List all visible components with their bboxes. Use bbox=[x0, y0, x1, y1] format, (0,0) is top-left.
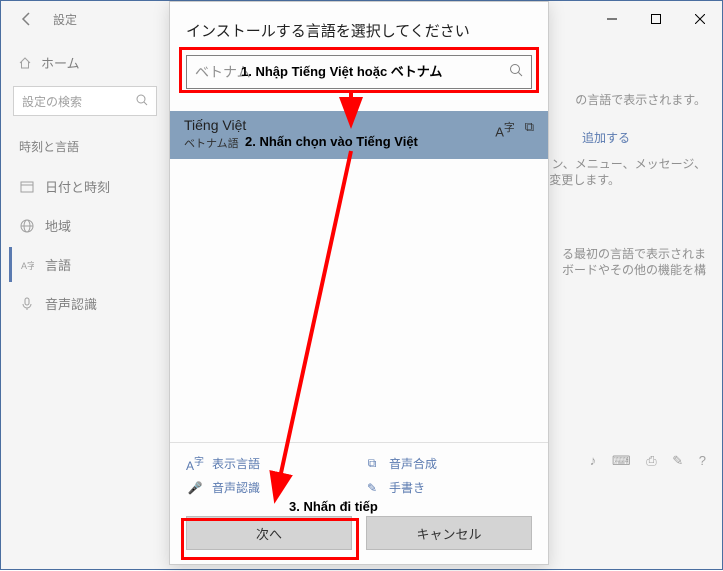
feat-hw: ✎ 手書き bbox=[363, 479, 532, 496]
sidebar-item-language[interactable]: A字 言語 bbox=[9, 247, 161, 282]
feat-tts: ⧉ 音声合成 bbox=[363, 453, 532, 473]
button-label: 次へ bbox=[256, 524, 282, 543]
next-button[interactable]: 次へ bbox=[186, 516, 352, 550]
bg-text: ョン、メニュー、メッセージ、 bbox=[539, 155, 706, 172]
maximize-button[interactable] bbox=[634, 1, 678, 37]
sidebar-section-title: 時刻と言語 bbox=[9, 134, 161, 165]
sidebar-item-speech[interactable]: 音声認識 bbox=[9, 286, 161, 321]
app-title: 設定 bbox=[53, 11, 77, 28]
sidebar-item-label: 日付と時刻 bbox=[45, 177, 110, 196]
bg-text: の言語で表示されます。 bbox=[575, 91, 706, 108]
language-native-name: Tiếng Việt bbox=[184, 117, 534, 133]
sidebar-item-label: 言語 bbox=[45, 255, 71, 274]
cancel-button[interactable]: キャンセル bbox=[366, 516, 532, 550]
bg-text: ボードやその他の機能を構 bbox=[562, 261, 706, 278]
feat-label: 音声認識 bbox=[212, 479, 260, 496]
search-icon bbox=[509, 63, 523, 82]
sidebar-item-region[interactable]: 地域 bbox=[9, 208, 161, 243]
language-icon: A字 bbox=[19, 257, 35, 273]
feat-display: A字表示言語 bbox=[186, 453, 355, 473]
sidebar-item-home[interactable]: ホーム bbox=[9, 47, 161, 78]
feat-label: 音声合成 bbox=[389, 455, 437, 472]
sidebar-item-label: 地域 bbox=[45, 216, 71, 235]
feat-sr: 🎤 音声認識 bbox=[186, 479, 355, 496]
feature-legend: A字表示言語 ⧉ 音声合成 🎤 音声認識 ✎ 手書き bbox=[186, 453, 532, 496]
feat-label: 表示言語 bbox=[212, 455, 260, 472]
close-button[interactable] bbox=[678, 1, 722, 37]
display-lang-icon: A字 bbox=[186, 453, 204, 473]
home-icon bbox=[17, 55, 33, 71]
language-search-value: ベトナム bbox=[195, 62, 251, 82]
button-label: キャンセル bbox=[416, 524, 481, 543]
mic-icon bbox=[19, 296, 35, 312]
back-button[interactable] bbox=[9, 1, 45, 37]
input-indicator-icons: ♪ ⌨ ⎙ ✎ ? bbox=[590, 453, 712, 469]
sidebar-item-datetime[interactable]: 日付と時刻 bbox=[9, 169, 161, 204]
sidebar-item-label: 音声認識 bbox=[45, 294, 97, 313]
bg-text: 変更します。 bbox=[549, 171, 620, 188]
tts-icon: ⧉ bbox=[363, 456, 381, 471]
language-install-dialog: インストールする言語を選択してください ベトナム Tiếng Việt ベトナム… bbox=[169, 1, 549, 565]
sidebar-item-label: ホーム bbox=[41, 53, 80, 72]
language-result-vietnamese[interactable]: Tiếng Việt ベトナム語 A字 ⧉ bbox=[170, 111, 548, 159]
svg-text:A字: A字 bbox=[21, 260, 34, 271]
calendar-icon bbox=[19, 179, 35, 195]
language-localized-name: ベトナム語 bbox=[184, 135, 534, 151]
minimize-button[interactable] bbox=[590, 1, 634, 37]
globe-icon bbox=[19, 218, 35, 234]
mic-icon: 🎤 bbox=[186, 481, 204, 495]
tts-icon: ⧉ bbox=[525, 119, 534, 139]
bg-text: る最初の言語で表示されま bbox=[562, 245, 706, 262]
settings-search-placeholder: 設定の検索 bbox=[22, 93, 82, 110]
sidebar: ホーム 設定の検索 時刻と言語 日付と時刻 地域 A字 言語 音声認識 bbox=[1, 37, 169, 569]
language-feature-icons: A字 ⧉ bbox=[495, 119, 534, 139]
display-lang-icon: A字 bbox=[495, 119, 515, 139]
settings-search[interactable]: 設定の検索 bbox=[13, 86, 157, 116]
language-search-input[interactable]: ベトナム bbox=[186, 55, 532, 89]
handwriting-icon: ✎ bbox=[363, 481, 381, 495]
feat-label: 手書き bbox=[389, 479, 425, 496]
search-icon bbox=[136, 94, 148, 109]
dialog-title: インストールする言語を選択してください bbox=[186, 20, 532, 41]
bg-link-add[interactable]: 追加する bbox=[582, 129, 630, 146]
